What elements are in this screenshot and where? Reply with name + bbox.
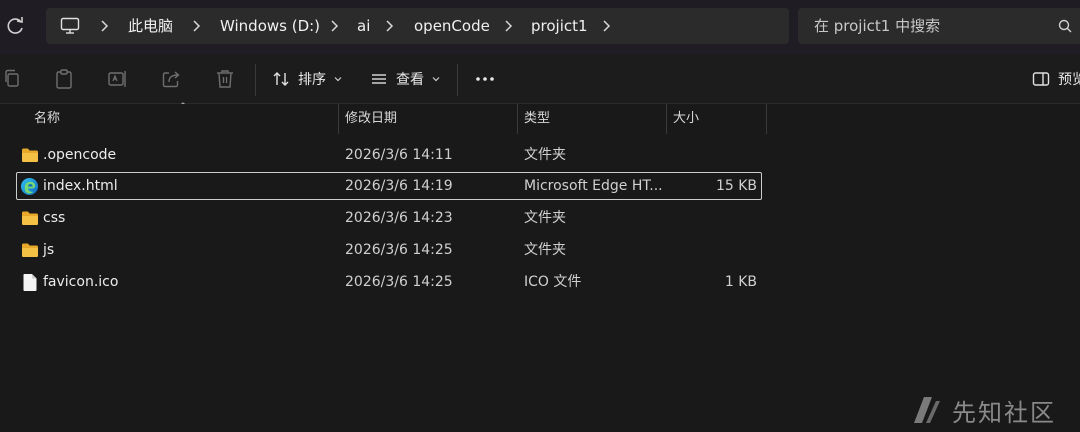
watermark: 先知社区: [910, 392, 1056, 428]
file-row[interactable]: .opencode 2026/3/6 14:11 文件夹: [16, 141, 762, 169]
file-icon: [23, 274, 37, 291]
breadcrumb-projict1[interactable]: projict1: [531, 16, 588, 36]
rename-icon[interactable]: [107, 68, 129, 90]
folder-icon: [22, 148, 38, 162]
file-row[interactable]: js 2026/3/6 14:25 文件夹: [16, 236, 762, 264]
view-list-icon: [372, 74, 386, 84]
file-row-selected[interactable]: index.html 2026/3/6 14:19 Microsoft Edge…: [16, 172, 762, 200]
preview-pane-button[interactable]: 预览: [1032, 67, 1080, 91]
address-bar[interactable]: 此电脑 Windows (D:) ai openCode projict1: [46, 8, 789, 44]
file-row[interactable]: css 2026/3/6 14:23 文件夹: [16, 204, 762, 232]
toolbar-divider: [457, 64, 458, 96]
folder-icon: [22, 243, 38, 257]
file-name: css: [43, 210, 66, 226]
sort-icon: [273, 72, 289, 86]
search-icon[interactable]: [1058, 19, 1072, 33]
chevron-right-icon[interactable]: [502, 19, 514, 33]
watermark-text: 先知社区: [952, 398, 1056, 427]
chevron-right-icon[interactable]: [190, 19, 202, 33]
column-header-type[interactable]: 类型: [516, 104, 666, 134]
refresh-icon[interactable]: [4, 14, 26, 38]
more-options-icon[interactable]: [474, 68, 496, 90]
column-divider[interactable]: [766, 104, 767, 134]
breadcrumb-drive-d[interactable]: Windows (D:): [220, 16, 320, 36]
chevron-right-icon[interactable]: [600, 19, 612, 33]
breadcrumb-ai[interactable]: ai: [357, 16, 370, 36]
paste-icon[interactable]: [53, 68, 75, 90]
sort-button[interactable]: 排序: [272, 67, 342, 91]
chevron-right-icon[interactable]: [383, 19, 395, 33]
file-size: 15 KB: [715, 178, 757, 194]
file-date: 2026/3/6 14:25: [345, 274, 453, 290]
chevron-down-icon: [334, 77, 342, 82]
this-pc-icon: [60, 17, 80, 34]
file-date: 2026/3/6 14:11: [345, 147, 453, 163]
preview-label: 预览: [1058, 72, 1080, 88]
watermark-logo-icon: [914, 397, 940, 423]
chevron-down-icon: [432, 77, 440, 82]
column-header-size[interactable]: 大小: [665, 104, 765, 134]
preview-pane-icon: [1032, 72, 1050, 86]
file-name: index.html: [43, 178, 118, 194]
folder-icon: [22, 211, 38, 225]
file-date: 2026/3/6 14:25: [345, 242, 453, 258]
chevron-right-icon[interactable]: [98, 19, 110, 33]
file-type: ICO 文件: [524, 274, 582, 290]
column-header-name[interactable]: 名称: [26, 104, 338, 134]
file-name: .opencode: [43, 147, 117, 163]
view-label: 查看: [396, 72, 424, 88]
chevron-right-icon[interactable]: [328, 19, 340, 33]
file-row[interactable]: favicon.ico 2026/3/6 14:25 ICO 文件 1 KB: [16, 268, 762, 296]
file-type: 文件夹: [524, 242, 566, 258]
view-button[interactable]: 查看: [370, 67, 440, 91]
sort-label: 排序: [298, 72, 326, 88]
file-name: favicon.ico: [43, 274, 119, 290]
share-icon[interactable]: [160, 68, 182, 90]
command-bar: 排序 查看 预览: [0, 54, 1080, 104]
search-input[interactable]: 在 projict1 中搜索: [798, 8, 1080, 44]
file-size: 1 KB: [724, 274, 757, 290]
column-header-date[interactable]: 修改日期: [337, 104, 517, 134]
file-type: 文件夹: [524, 147, 566, 163]
file-name: js: [43, 242, 55, 258]
file-type: Microsoft Edge HT...: [524, 178, 663, 194]
copy-icon[interactable]: [2, 68, 24, 90]
delete-icon[interactable]: [214, 68, 236, 90]
breadcrumb-opencode[interactable]: openCode: [414, 16, 490, 36]
edge-icon: [20, 177, 39, 196]
search-placeholder: 在 projict1 中搜索: [814, 17, 941, 35]
address-row: 此电脑 Windows (D:) ai openCode projict1 在 …: [0, 0, 1080, 54]
file-type: 文件夹: [524, 210, 566, 226]
column-header-row: 名称 修改日期 类型 大小: [0, 104, 1080, 134]
file-date: 2026/3/6 14:19: [345, 178, 453, 194]
toolbar-divider: [255, 64, 256, 96]
file-date: 2026/3/6 14:23: [345, 210, 453, 226]
breadcrumb-this-pc[interactable]: 此电脑: [128, 16, 173, 36]
